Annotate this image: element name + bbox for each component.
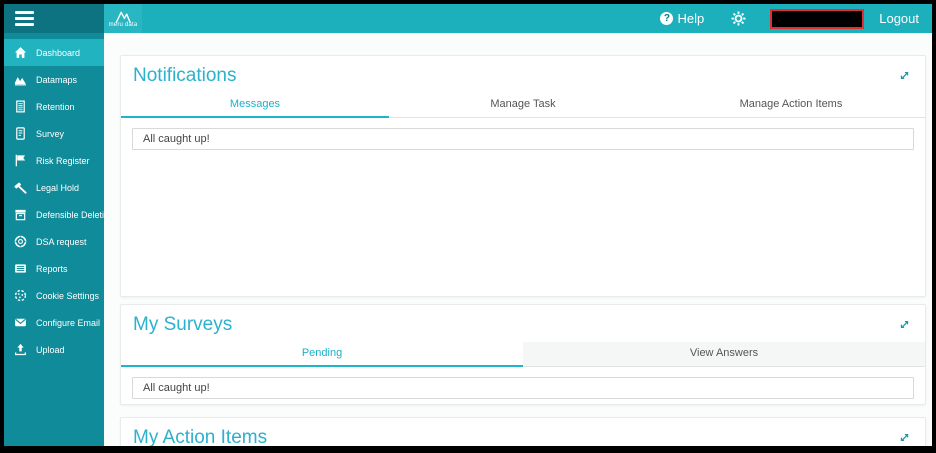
sidebar-item-cookie-settings[interactable]: Cookie Settings bbox=[4, 282, 104, 309]
tab-pending[interactable]: Pending bbox=[121, 342, 523, 367]
my-action-items-title: My Action Items bbox=[133, 427, 268, 446]
my-action-items-card-header: My Action Items bbox=[121, 418, 925, 446]
expand-diagonal-icon bbox=[900, 321, 909, 328]
sidebar-item-survey[interactable]: Survey bbox=[4, 120, 104, 147]
upload-icon bbox=[15, 343, 26, 356]
tab-messages[interactable]: Messages bbox=[121, 93, 389, 118]
sidebar-item-datamaps[interactable]: Datamaps bbox=[4, 66, 104, 93]
app-window: meru data ? Help Logout Dashboard Datama… bbox=[0, 0, 936, 453]
notifications-card: Notifications Messages Manage Task Manag… bbox=[120, 55, 926, 297]
gear-icon bbox=[731, 11, 746, 26]
datamap-chart-icon bbox=[14, 77, 26, 86]
sidebar-item-label: Upload bbox=[36, 344, 65, 355]
expand-diagonal-icon bbox=[900, 72, 909, 79]
sidebar-item-upload[interactable]: Upload bbox=[4, 336, 104, 363]
reports-list-icon bbox=[15, 264, 26, 273]
sidebar-item-label: Datamaps bbox=[36, 74, 78, 85]
sidebar-nav: Dashboard Datamaps Retention Survey Risk… bbox=[4, 33, 104, 446]
sidebar-item-label: Risk Register bbox=[36, 155, 90, 166]
notifications-tabs: Messages Manage Task Manage Action Items bbox=[121, 93, 925, 118]
my-surveys-tabs: Pending View Answers bbox=[121, 342, 925, 367]
sidebar-item-label: Reports bbox=[36, 263, 68, 274]
sidebar-item-risk-register[interactable]: Risk Register bbox=[4, 147, 104, 174]
sidebar-item-defensible-deletion[interactable]: Defensible Deletion bbox=[4, 201, 104, 228]
flag-icon bbox=[15, 154, 26, 167]
topbar-main: meru data ? Help Logout bbox=[104, 4, 932, 33]
help-button[interactable]: ? Help bbox=[660, 11, 704, 26]
home-icon bbox=[14, 47, 27, 58]
brand-name: meru data bbox=[108, 21, 138, 28]
envelope-icon bbox=[15, 318, 26, 327]
sidebar-item-label: DSA request bbox=[36, 236, 87, 247]
retention-grid-icon bbox=[16, 100, 25, 113]
my-surveys-empty-message: All caught up! bbox=[132, 377, 914, 399]
app-body: Dashboard Datamaps Retention Survey Risk… bbox=[4, 33, 932, 446]
brand-logo[interactable]: meru data bbox=[104, 4, 142, 33]
cookie-icon bbox=[14, 289, 27, 302]
tab-manage-action-items[interactable]: Manage Action Items bbox=[657, 93, 925, 117]
notifications-expand-button[interactable] bbox=[896, 67, 913, 89]
gavel-icon bbox=[14, 182, 27, 194]
tab-view-answers[interactable]: View Answers bbox=[523, 342, 925, 366]
my-surveys-card: My Surveys Pending View Answers All caug… bbox=[120, 304, 926, 405]
survey-document-icon bbox=[16, 127, 25, 140]
my-surveys-title: My Surveys bbox=[133, 314, 233, 335]
topbar: meru data ? Help Logout bbox=[4, 4, 932, 33]
sidebar-item-configure-email[interactable]: Configure Email bbox=[4, 309, 104, 336]
my-surveys-card-header: My Surveys bbox=[121, 305, 925, 340]
notifications-empty-message: All caught up! bbox=[132, 128, 914, 150]
expand-diagonal-icon bbox=[900, 434, 909, 441]
user-name-redacted[interactable] bbox=[770, 8, 865, 29]
sidebar-item-label: Dashboard bbox=[36, 47, 81, 58]
sidebar-item-label: Defensible Deletion bbox=[36, 209, 104, 220]
my-action-items-card: My Action Items bbox=[120, 417, 926, 446]
help-label: Help bbox=[677, 11, 705, 26]
sidebar-item-label: Legal Hold bbox=[36, 182, 80, 193]
sidebar-item-label: Configure Email bbox=[36, 317, 101, 328]
help-icon: ? bbox=[660, 12, 674, 25]
sidebar-item-label: Survey bbox=[36, 128, 65, 139]
notifications-card-header: Notifications bbox=[121, 56, 925, 91]
sidebar-item-dashboard[interactable]: Dashboard bbox=[4, 39, 104, 66]
my-action-items-expand-button[interactable] bbox=[896, 429, 913, 446]
sidebar-item-reports[interactable]: Reports bbox=[4, 255, 104, 282]
logout-button[interactable]: Logout bbox=[879, 11, 919, 26]
my-surveys-expand-button[interactable] bbox=[896, 316, 913, 338]
tab-manage-task[interactable]: Manage Task bbox=[389, 93, 657, 117]
sidebar-item-legal-hold[interactable]: Legal Hold bbox=[4, 174, 104, 201]
sidebar-item-label: Cookie Settings bbox=[36, 290, 100, 301]
hamburger-menu-icon[interactable] bbox=[15, 11, 34, 26]
notifications-title: Notifications bbox=[133, 65, 237, 86]
lifering-icon bbox=[14, 235, 27, 248]
sidebar-item-dsa-request[interactable]: DSA request bbox=[4, 228, 104, 255]
topbar-actions: ? Help Logout bbox=[660, 8, 932, 29]
sidebar-item-retention[interactable]: Retention bbox=[4, 93, 104, 120]
sidebar-toggle-block bbox=[4, 4, 104, 33]
settings-button[interactable] bbox=[731, 11, 746, 26]
main-content: Notifications Messages Manage Task Manag… bbox=[104, 33, 932, 446]
archive-icon bbox=[15, 209, 26, 221]
sidebar-item-label: Retention bbox=[36, 101, 75, 112]
